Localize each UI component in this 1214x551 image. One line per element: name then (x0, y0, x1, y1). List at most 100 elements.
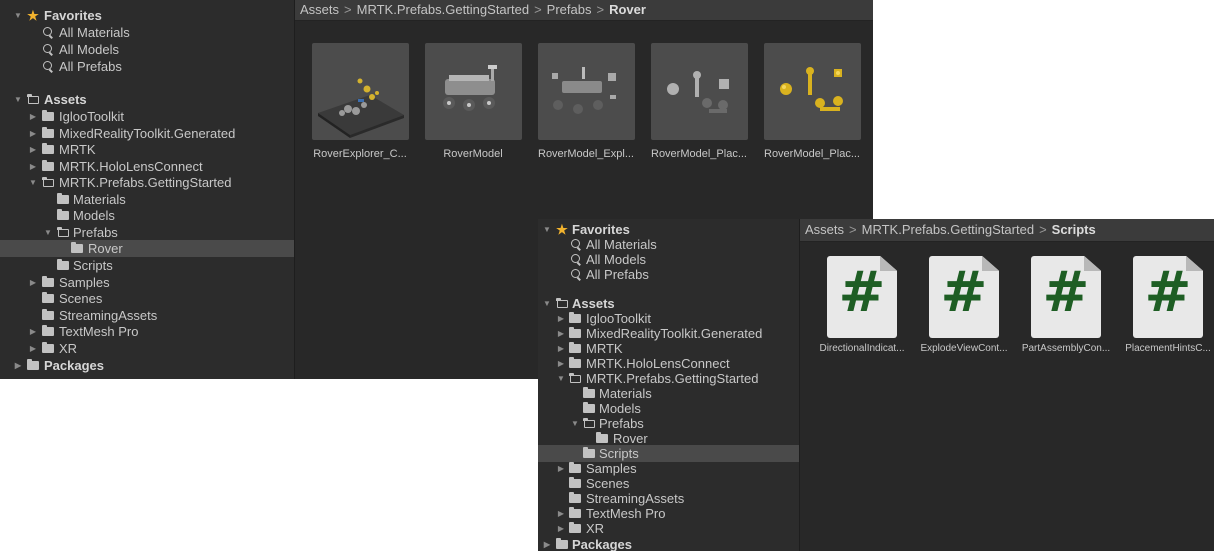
tree-item[interactable]: Materials (0, 191, 294, 208)
expand-arrow-icon[interactable]: ▶ (28, 340, 38, 357)
asset-tile[interactable]: RoverModel (421, 43, 525, 160)
script-label: PartAssemblyCon... (1021, 343, 1111, 354)
hash-glyph: # (838, 260, 886, 325)
favorite-item[interactable]: All Models (0, 41, 294, 58)
tree-item-selected[interactable]: Rover (0, 240, 294, 257)
asset-tile[interactable]: RoverModel_Expl... (534, 43, 638, 160)
csharp-script-icon: # (929, 256, 999, 338)
tree-label: Materials (73, 192, 126, 207)
breadcrumb: Assets > MRTK.Prefabs.GettingStarted > Scrip… (800, 219, 1214, 242)
tree-label: Packages (44, 358, 104, 373)
tree-favorites[interactable]: ▼ ★ Favorites (0, 7, 294, 24)
favorite-item[interactable]: All Prefabs (538, 266, 799, 283)
tree-label: Samples (59, 275, 110, 290)
asset-label: RoverModel_Expl... (538, 148, 634, 160)
breadcrumb-item[interactable]: Assets (300, 2, 339, 17)
expand-arrow-icon[interactable]: ▶ (13, 357, 23, 374)
folder-icon (56, 207, 70, 224)
expand-arrow-icon[interactable]: ▼ (28, 174, 38, 191)
breadcrumb-current: Scripts (1051, 222, 1096, 237)
folder-icon (41, 125, 55, 142)
project-window-scripts: ▼ ★ Favorites All Materials All Models A… (538, 219, 1214, 551)
favorite-label: All Prefabs (586, 267, 649, 282)
expand-arrow-icon[interactable]: ▶ (28, 125, 38, 142)
asset-tile[interactable]: RoverModel_Plac... (647, 43, 751, 160)
favorite-item[interactable]: All Materials (0, 24, 294, 41)
expand-arrow-icon[interactable]: ▼ (13, 91, 23, 108)
breadcrumb-item[interactable]: MRTK.Prefabs.GettingStarted (862, 222, 1034, 237)
tree-label: Scenes (59, 291, 103, 306)
expand-arrow-icon[interactable]: ▶ (556, 520, 566, 537)
folder-icon (555, 536, 569, 551)
asset-tile[interactable]: RoverModel_Plac... (760, 43, 864, 160)
tree-item[interactable]: ▼ Prefabs (0, 224, 294, 241)
breadcrumb-item[interactable]: Assets (805, 222, 844, 237)
tree-item[interactable]: ▶ XR (538, 520, 799, 537)
tree-label: MRTK.HoloLensConnect (59, 159, 203, 174)
tree-item[interactable]: ▼ MRTK.Prefabs.GettingStarted (0, 174, 294, 191)
folder-icon (41, 307, 55, 324)
folder-icon (41, 158, 55, 175)
tree-item[interactable]: ▶ XR (0, 340, 294, 357)
expand-arrow-icon[interactable]: ▶ (28, 158, 38, 175)
tree-label: TextMesh Pro (59, 324, 139, 339)
folder-icon (568, 520, 582, 537)
tree-item[interactable]: ▶ Samples (0, 274, 294, 291)
tree-item[interactable]: ▶ MRTK.HoloLensConnect (0, 158, 294, 175)
expand-arrow-icon[interactable]: ▼ (43, 224, 53, 241)
folder-icon (41, 108, 55, 125)
favorite-label: All Models (59, 42, 119, 57)
model-thumbnail (650, 43, 748, 140)
tree-assets[interactable]: ▼ Assets (0, 91, 294, 108)
asset-tile[interactable]: RoverExplorer_C... (308, 43, 412, 160)
csharp-script-icon: # (827, 256, 897, 338)
prefab-thumbnail (311, 43, 409, 140)
tree-item[interactable]: Models (0, 207, 294, 224)
tree-label: IglooToolkit (59, 109, 125, 124)
expand-arrow-icon[interactable]: ▶ (28, 141, 38, 158)
tree-item[interactable]: Scenes (0, 290, 294, 307)
search-icon (40, 41, 54, 58)
script-tile[interactable]: # PlacementHintsC... (1120, 256, 1214, 354)
script-tile[interactable]: # PartAssemblyCon... (1018, 256, 1114, 354)
tree-label: XR (586, 521, 605, 536)
expand-arrow-icon[interactable]: ▼ (13, 7, 23, 24)
expand-arrow-icon[interactable]: ▶ (28, 323, 38, 340)
csharp-script-icon: # (1133, 256, 1203, 338)
asset-grid: # DirectionalIndicat... # ExplodeViewCon… (800, 242, 1214, 551)
tree-item[interactable]: ▶ TextMesh Pro (0, 323, 294, 340)
csharp-script-icon: # (1031, 256, 1101, 338)
star-icon: ★ (27, 8, 39, 23)
tree-item[interactable]: ▶ IglooToolkit (0, 108, 294, 125)
search-icon (568, 266, 582, 283)
script-tile[interactable]: # ExplodeViewCont... (916, 256, 1012, 354)
favorite-item[interactable]: All Prefabs (0, 58, 294, 75)
tree-item[interactable]: StreamingAssets (0, 307, 294, 324)
folder-open-icon (26, 91, 40, 108)
tree-label: Packages (572, 537, 632, 551)
expand-arrow-icon[interactable]: ▶ (542, 536, 552, 551)
breadcrumb-separator-icon: > (849, 222, 857, 237)
folder-icon (41, 340, 55, 357)
breadcrumb-current: Rover (609, 2, 646, 17)
tree-label: Assets (44, 92, 87, 107)
tree-label: Scripts (73, 258, 113, 273)
expand-arrow-icon[interactable]: ▶ (28, 274, 38, 291)
asset-label: RoverExplorer_C... (313, 148, 407, 160)
tree-item[interactable]: ▶ MixedRealityToolkit.Generated (0, 125, 294, 142)
search-icon (40, 58, 54, 75)
script-tile[interactable]: # DirectionalIndicat... (814, 256, 910, 354)
expand-arrow-icon[interactable]: ▶ (28, 108, 38, 125)
tree-item[interactable]: Scripts (0, 257, 294, 274)
hash-glyph: # (1144, 260, 1192, 325)
asset-label: RoverModel_Plac... (764, 148, 860, 160)
breadcrumb-item[interactable]: Prefabs (547, 2, 592, 17)
script-label: DirectionalIndicat... (819, 343, 905, 354)
tree-packages[interactable]: ▶ Packages (538, 536, 799, 551)
breadcrumb-item[interactable]: MRTK.Prefabs.GettingStarted (357, 2, 529, 17)
tree-packages[interactable]: ▶ Packages (0, 357, 294, 374)
hash-glyph: # (1042, 260, 1090, 325)
favorite-label: All Prefabs (59, 59, 122, 74)
tree-item[interactable]: ▶ MRTK (0, 141, 294, 158)
folder-open-icon (56, 224, 70, 241)
